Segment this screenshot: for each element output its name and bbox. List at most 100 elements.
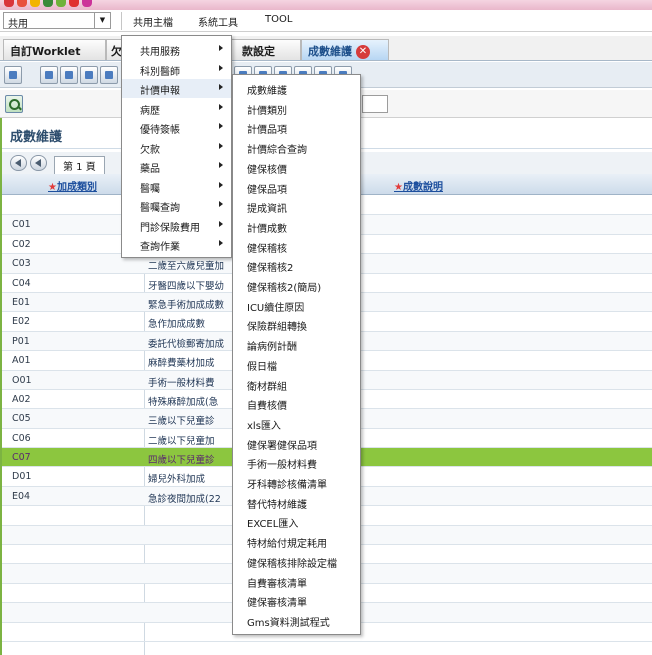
- tab-payment-settings[interactable]: 款設定: [227, 39, 301, 60]
- edit-icon[interactable]: [60, 66, 78, 84]
- menu-item-label: 共用服務: [140, 47, 180, 58]
- menu-tool[interactable]: TOOL: [262, 14, 295, 25]
- menu-item-label: xls匯入: [247, 420, 281, 432]
- menu-item-label: 替代特材維護: [247, 499, 307, 511]
- menu-item[interactable]: 健保品項: [233, 178, 360, 197]
- chevron-right-icon: [219, 201, 223, 207]
- titlebar-app-icon[interactable]: [17, 0, 27, 7]
- menu-item[interactable]: 醫囑查詢: [122, 196, 231, 215]
- menu-item[interactable]: 病歷: [122, 99, 231, 118]
- cell-category-code: C02: [12, 238, 31, 250]
- menu-item[interactable]: 欠款: [122, 138, 231, 157]
- menu-item[interactable]: 優待簽帳: [122, 118, 231, 137]
- shared-master-dropdown: 共用服務科別醫師 計價申報 病歷 優待簽帳 欠款藥品醫囑 醫囑查詢 門診保險費用 查詢作業: [121, 35, 232, 258]
- menu-item-label: 特材給付規定耗用: [247, 539, 327, 551]
- menu-item-label: Gms資料測試程式: [247, 617, 330, 629]
- module-combo[interactable]: 共用 ▼: [3, 12, 111, 30]
- menu-item[interactable]: 特材給付規定耗用: [233, 532, 360, 551]
- menu-item[interactable]: 健保稽核排除設定檔: [233, 552, 360, 571]
- list-icon[interactable]: [80, 66, 98, 84]
- menu-item[interactable]: 藥品: [122, 157, 231, 176]
- search-input[interactable]: [362, 95, 388, 113]
- cell-category-code: E01: [12, 296, 31, 308]
- menu-item[interactable]: 科別醫師: [122, 60, 231, 79]
- search-icon[interactable]: [5, 95, 23, 113]
- menu-item[interactable]: 手術一般材料費: [233, 453, 360, 472]
- menu-item[interactable]: 健保稽核: [233, 237, 360, 256]
- column-header-description[interactable]: ★成數說明: [394, 178, 443, 193]
- menu-item-label: 健保稽核2(簡局): [247, 283, 322, 294]
- menu-item[interactable]: EXCEL匯入: [233, 512, 360, 531]
- tab-ratio-maintenance[interactable]: 成數維護 ✕: [301, 39, 389, 60]
- menu-item[interactable]: 計價成數: [233, 217, 360, 236]
- menu-item[interactable]: 計價品項: [233, 118, 360, 137]
- menu-item[interactable]: 門診保險費用: [122, 216, 231, 235]
- menu-item[interactable]: 自費審核清單: [233, 572, 360, 591]
- titlebar-app-icon[interactable]: [82, 0, 92, 7]
- menu-item[interactable]: 健保稽核2: [233, 256, 360, 275]
- cell-category-code: D01: [12, 471, 32, 483]
- menu-item-label: 牙科轉診核備清單: [247, 480, 327, 491]
- menu-item[interactable]: 健保審核清單: [233, 591, 360, 610]
- chevron-down-icon[interactable]: ▼: [94, 13, 110, 28]
- cell-category-code: C03: [12, 258, 31, 270]
- menu-item[interactable]: 共用服務: [122, 40, 231, 59]
- menu-item[interactable]: 計價申報: [122, 79, 231, 98]
- menu-item[interactable]: xls匯入: [233, 414, 360, 433]
- menu-item[interactable]: 健保署健保品項: [233, 434, 360, 453]
- titlebar-app-icon[interactable]: [4, 0, 14, 7]
- menu-item-label: 健保核價: [247, 164, 287, 176]
- back-icon[interactable]: [4, 66, 22, 84]
- prev-page-icon[interactable]: [30, 155, 47, 171]
- menu-item[interactable]: 論病例計酬: [233, 335, 360, 354]
- menu-item[interactable]: 查詢作業: [122, 235, 231, 254]
- menu-item[interactable]: ICU續住原因: [233, 296, 360, 315]
- menu-item[interactable]: 計價綜合查詢: [233, 138, 360, 157]
- billing-submenu: 成數維護 計價類別 計價品項 計價綜合查詢 健保核價 健保品項 提成資訊 計價成數 健保稽核 健保…: [232, 74, 361, 635]
- tab-label: 款設定: [242, 45, 275, 58]
- tab-strip: 自訂Worklet 欠 款設定 成數維護 ✕: [0, 36, 652, 61]
- menu-item-label: 假日檔: [247, 361, 277, 373]
- menu-item-label: 自費核價: [247, 401, 287, 413]
- menu-item-label: 衛材群組: [247, 381, 287, 393]
- titlebar-app-icon[interactable]: [69, 0, 79, 7]
- cell-category-code: C04: [12, 277, 31, 289]
- titlebar-app-icon[interactable]: [30, 0, 40, 7]
- menu-item[interactable]: 健保核價: [233, 158, 360, 177]
- menu-shared-master[interactable]: 共用主檔: [130, 14, 176, 29]
- menu-item-label: 保險群組轉換: [247, 322, 307, 334]
- menu-item-label: 健保署健保品項: [247, 440, 317, 452]
- menubar-separator: [121, 12, 122, 30]
- menu-item[interactable]: 提成資訊: [233, 197, 360, 216]
- menu-item[interactable]: 自費核價: [233, 394, 360, 413]
- menu-item[interactable]: 保險群組轉換: [233, 315, 360, 334]
- menu-item[interactable]: 成數維護: [233, 79, 360, 98]
- grid-icon[interactable]: [100, 66, 118, 84]
- menu-item[interactable]: 衛材群組: [233, 375, 360, 394]
- cell-category-code: C07: [12, 452, 31, 464]
- open-icon[interactable]: [40, 66, 58, 84]
- cell-category-code: E04: [12, 490, 31, 502]
- column-header-category[interactable]: ★加成類別: [48, 178, 97, 193]
- cell-category-code: C01: [12, 219, 31, 231]
- chevron-right-icon: [219, 123, 223, 129]
- menu-item[interactable]: 健保稽核2(簡局): [233, 276, 360, 295]
- menu-item[interactable]: 替代特材維護: [233, 493, 360, 512]
- titlebar-app-icon[interactable]: [43, 0, 53, 7]
- menu-item[interactable]: 計價類別: [233, 99, 360, 118]
- menu-item-label: 健保審核清單: [247, 598, 307, 610]
- menu-item-label: 成數維護: [247, 86, 287, 97]
- menu-item[interactable]: 牙科轉診核備清單: [233, 473, 360, 492]
- close-icon[interactable]: ✕: [356, 45, 370, 59]
- menu-system-tools[interactable]: 系統工具: [195, 14, 241, 29]
- cell-category-code: C05: [12, 413, 31, 425]
- menu-item-label: 藥品: [140, 164, 160, 175]
- menu-item[interactable]: Gms資料測試程式: [233, 611, 360, 630]
- chevron-right-icon: [219, 240, 223, 246]
- titlebar-app-icon[interactable]: [56, 0, 66, 7]
- tab-custom-worklet[interactable]: 自訂Worklet: [3, 39, 106, 60]
- menu-item[interactable]: 假日檔: [233, 355, 360, 374]
- menu-item[interactable]: 醫囑: [122, 177, 231, 196]
- cell-category-code: P01: [12, 335, 30, 347]
- first-page-icon[interactable]: [10, 155, 27, 171]
